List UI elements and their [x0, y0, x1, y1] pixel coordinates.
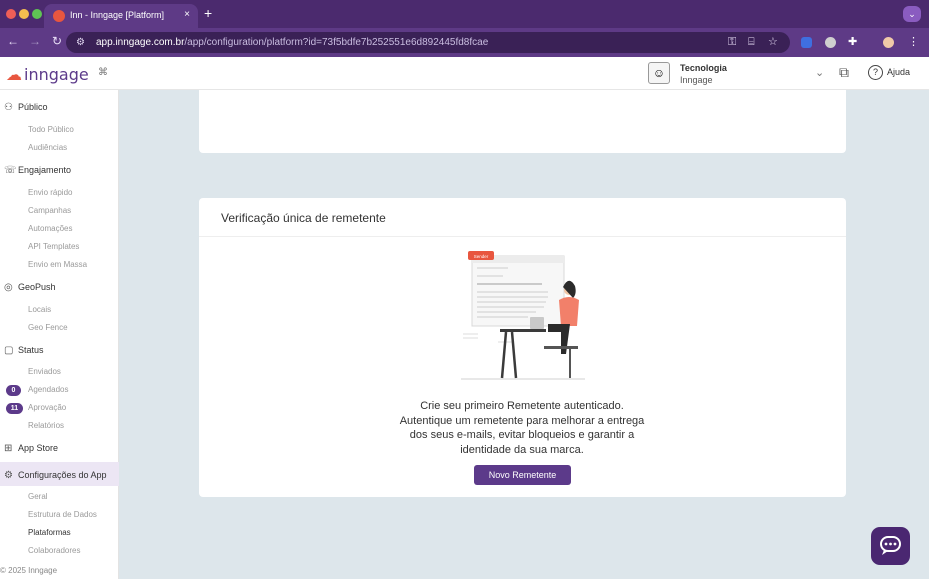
sidebar-item-status[interactable]: ▢ Status [4, 345, 44, 356]
aprovacao-count-badge: 11 [6, 403, 23, 414]
sidebar-item-label: App Store [18, 443, 59, 453]
bookmark-star-icon[interactable]: ☆ [768, 32, 778, 53]
engagement-icon: ☏ [4, 165, 17, 176]
sidebar-item-automacoes[interactable]: Automações [28, 224, 72, 233]
extensions-puzzle-icon[interactable]: ✚ [848, 35, 857, 48]
location-target-icon: ◎ [4, 282, 13, 293]
sidebar-item-geral[interactable]: Geral [28, 492, 48, 501]
browser-tab[interactable]: Inn - Inngage [Platform] × [44, 4, 198, 28]
copyright: © 2025 Inngage [0, 566, 58, 575]
help-label: Ajuda [887, 67, 911, 77]
browser-tab-bar: Inn - Inngage [Platform] × + ⌄ [0, 0, 929, 28]
audience-icon: ⚇ [4, 102, 13, 113]
extension-gray-icon[interactable] [825, 37, 836, 48]
sidebar-item-relatorios[interactable]: Relatórios [28, 421, 64, 430]
sidebar-item-label: GeoPush [18, 282, 56, 292]
inngage-logo[interactable]: ☁ inngage [6, 65, 89, 84]
sidebar-item-enviados[interactable]: Enviados [28, 367, 61, 376]
sidebar-item-campanhas[interactable]: Campanhas [28, 206, 71, 215]
sidebar-item-publico[interactable]: ⚇ Público [4, 102, 48, 113]
sidebar-item-estrutura[interactable]: Estrutura de Dados [28, 510, 97, 519]
user-avatar[interactable]: ☺ [648, 62, 670, 84]
sidebar-item-audiencias[interactable]: Audiências [28, 143, 67, 152]
sidebar-item-label: Público [18, 102, 48, 112]
sender-illustration: Sender [461, 251, 585, 380]
previous-card [199, 90, 846, 153]
empty-state-message: Crie seu primeiro Remetente autenticado.… [372, 399, 672, 457]
inngage-favicon-icon [53, 10, 65, 22]
sidebar-item-label: Configurações do App [18, 470, 107, 480]
settings-gear-icon: ⚙ [4, 470, 13, 481]
sidebar-item-plataformas[interactable]: Plataformas [28, 528, 71, 537]
site-settings-icon[interactable]: ⚙ [76, 32, 85, 53]
profile-avatar-icon[interactable] [883, 37, 894, 48]
card-divider [199, 236, 846, 237]
card-title: Verificação única de remetente [221, 211, 386, 225]
inngage-logo-icon: ☁ [6, 65, 22, 84]
chevron-down-icon[interactable]: ⌄ [815, 66, 824, 79]
help-icon: ? [868, 65, 883, 80]
tab-close-icon[interactable]: × [184, 9, 190, 20]
sidebar-item-colaboradores[interactable]: Colaboradores [28, 546, 80, 555]
illustration-tag: Sender [474, 254, 489, 259]
tab-title: Inn - Inngage [Platform] [70, 10, 165, 20]
sender-verification-card: Verificação única de remetente Sender Cr… [199, 198, 846, 497]
app-store-grid-icon: ⊞ [4, 443, 13, 454]
sidebar-item-engajamento[interactable]: ☏Engajamento [4, 165, 71, 176]
agendados-count-badge: 0 [6, 385, 21, 396]
message-line: dos seus e-mails, evitar bloqueios e gar… [409, 429, 635, 441]
url-host: app.inngage.com.br [96, 37, 185, 48]
sidebar-item-label: Status [18, 345, 44, 355]
app-header: ☁ inngage ⌘ ☺ Tecnologia Inngage ⌄ ⧉ ? Aju… [0, 57, 929, 90]
translate-icon[interactable]: ⌸ [748, 32, 755, 53]
new-tab-button[interactable]: + [204, 5, 212, 21]
sidebar-item-locais[interactable]: Locais [28, 305, 51, 314]
help-button[interactable]: ? Ajuda [868, 65, 910, 80]
status-chat-icon: ▢ [4, 345, 14, 356]
sidebar-item-api-templates[interactable]: API Templates [28, 242, 79, 251]
sidebar-item-agendados[interactable]: Agendados [28, 385, 68, 394]
url-path: /app/configuration/platform?id=73f5bdfe7… [184, 37, 489, 48]
sidebar-item-geo-fence[interactable]: Geo Fence [28, 323, 68, 332]
sidebar-item-configuracoes[interactable]: ⚙ Configurações do App [4, 470, 107, 481]
tab-search-chevron-icon[interactable]: ⌄ [903, 6, 921, 22]
sidebar-item-todo-publico[interactable]: Todo Público [28, 125, 74, 134]
back-arrow-icon[interactable]: ← [7, 34, 19, 48]
user-name: Tecnologia [680, 63, 727, 73]
chat-bubble-icon [880, 536, 901, 555]
forward-arrow-icon[interactable]: → [29, 34, 41, 48]
extension-blue-icon[interactable] [801, 37, 812, 48]
sidebar-item-label: Engajamento [18, 165, 72, 175]
sidebar-item-geopush[interactable]: ◎ GeoPush [4, 282, 56, 293]
logo-text: inngage [24, 65, 89, 84]
sidebar-item-aprovacao[interactable]: Aprovação [28, 403, 66, 412]
app-switch-icon[interactable]: ⧉ [839, 64, 849, 81]
apps-grid-icon[interactable]: ⌘ [98, 67, 108, 78]
address-bar[interactable]: ⚙ app.inngage.com.br/app/configuration/p… [66, 32, 790, 53]
chat-support-button[interactable] [871, 527, 910, 565]
password-key-icon[interactable]: ⚿ [728, 32, 736, 53]
browser-menu-icon[interactable]: ⋮ [908, 35, 919, 48]
new-sender-button[interactable]: Novo Remetente [474, 465, 571, 485]
message-line: Crie seu primeiro Remetente autenticado. [420, 400, 624, 412]
sidebar-item-envio-massa[interactable]: Envio em Massa [28, 260, 87, 269]
window-close-button[interactable] [6, 9, 16, 19]
sidebar: ⚇ Público Todo Público Audiências ☏Engaja… [0, 90, 119, 579]
message-line: identidade da sua marca. [460, 443, 584, 456]
sidebar-item-envio-rapido[interactable]: Envio rápido [28, 188, 72, 197]
window-minimize-button[interactable] [19, 9, 29, 19]
user-org: Inngage [680, 75, 713, 85]
message-line: Autentique um remetente para melhorar a … [399, 414, 645, 427]
reload-icon[interactable]: ↻ [52, 34, 62, 48]
sidebar-item-app-store[interactable]: ⊞ App Store [4, 443, 58, 454]
window-maximize-button[interactable] [32, 9, 42, 19]
browser-toolbar: ← → ↻ ⚙ app.inngage.com.br/app/configura… [0, 28, 929, 57]
